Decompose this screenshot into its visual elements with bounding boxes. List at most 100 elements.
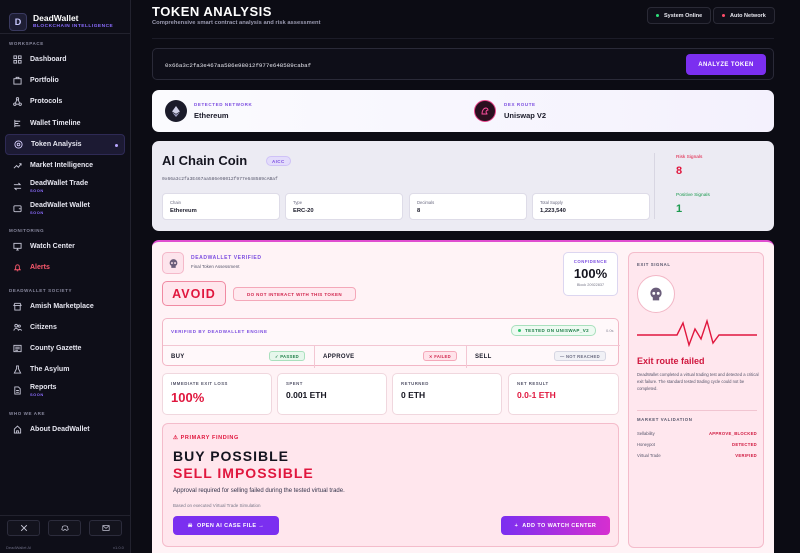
x-social-button[interactable]: [7, 520, 40, 536]
network-label: Auto Network: [730, 12, 766, 19]
metric-exit-loss: IMMEDIATE EXIT LOSS 100%: [162, 373, 272, 415]
metric-value: 0.0-1 ETH: [517, 390, 556, 400]
divider: [637, 410, 757, 411]
primary-finding-label: ⚠ PRIMARY FINDING: [173, 435, 239, 441]
info-label: Type: [293, 200, 303, 205]
sidebar-item-label: DeadWallet Trade: [30, 180, 89, 187]
system-status-button[interactable]: System Online: [647, 7, 712, 24]
exchange-icon: [13, 182, 22, 191]
detected-network-label: DETECTED NETWORK: [194, 102, 253, 107]
email-social-button[interactable]: [89, 520, 122, 536]
info-value: 1,223,540: [540, 208, 566, 214]
soon-badge: SOON: [30, 392, 44, 397]
sidebar-item-market-intelligence[interactable]: Market Intelligence: [5, 155, 125, 176]
sidebar-item-protocols[interactable]: Protocols: [5, 91, 125, 112]
target-icon: [14, 140, 23, 149]
skull-icon: [162, 252, 184, 274]
metric-label: NET RESULT: [517, 381, 549, 386]
market-validation-label: MARKET VALIDATION: [637, 417, 693, 422]
trend-icon: [13, 161, 22, 170]
validation-key: Sellability: [637, 431, 655, 436]
network-dot-icon: [722, 14, 725, 17]
sidebar-item-alerts[interactable]: Alerts: [5, 257, 125, 278]
brand-logo-icon: D: [9, 13, 27, 31]
positive-signals-value: 1: [676, 203, 683, 215]
divider: [152, 38, 774, 39]
discord-icon: [60, 525, 69, 531]
sidebar-item-amish-marketplace[interactable]: Amish Marketplace: [5, 296, 125, 317]
add-to-watch-center-button[interactable]: + ADD TO WATCH CENTER: [501, 516, 610, 535]
info-label: Total Supply: [540, 200, 563, 205]
footer-version: v1.0.0: [113, 545, 124, 550]
timeline-icon: [13, 119, 22, 128]
sidebar-item-portfolio[interactable]: Portfolio: [5, 70, 125, 91]
sidebar-item-deadwallet-wallet[interactable]: DeadWallet Wallet SOON: [5, 198, 125, 219]
primary-finding-panel: ⚠ PRIMARY FINDING BUY POSSIBLE SELL IMPO…: [162, 423, 619, 547]
discord-social-button[interactable]: [48, 520, 81, 536]
info-label: Decimals: [417, 200, 435, 205]
sidebar-item-about[interactable]: About DeadWallet: [5, 419, 125, 440]
network-selector-button[interactable]: Auto Network: [713, 7, 775, 24]
plus-icon: +: [514, 522, 519, 529]
x-icon: [20, 524, 27, 532]
info-chain: Chain Ethereum: [162, 193, 280, 220]
page-title: TOKEN ANALYSIS: [152, 4, 272, 19]
info-decimals: Decimals 8: [409, 193, 527, 220]
sidebar-item-watch-center[interactable]: Watch Center: [5, 236, 125, 257]
sidebar-item-label: Dashboard: [30, 55, 67, 63]
mail-icon: [101, 525, 110, 531]
sidebar-item-label: Citizens: [30, 323, 57, 331]
contract-address-input[interactable]: [165, 59, 665, 71]
report-icon: [13, 386, 22, 395]
final-assessment-label: Final Token Assessment: [191, 264, 240, 269]
sidebar-item-label: The Asylum: [30, 365, 70, 373]
risk-signals-label: Risk Signals: [676, 155, 703, 160]
market-validation-row: Honeypot DETECTED: [637, 442, 757, 452]
metric-net-result: NET RESULT 0.0-1 ETH: [508, 373, 619, 415]
divider: [0, 33, 130, 34]
uniswap-icon: [474, 100, 496, 122]
analyze-token-button[interactable]: ANALYZE TOKEN: [686, 54, 766, 75]
info-type: Type ERC-20: [285, 193, 403, 220]
sidebar-item-county-gazette[interactable]: County Gazette: [5, 338, 125, 359]
sidebar-item-label: Wallet Timeline: [30, 119, 81, 127]
sidebar-item-wallet-timeline[interactable]: Wallet Timeline: [5, 113, 125, 134]
sidebar: D DeadWallet BLOCKCHAIN INTELLIGENCE WOR…: [0, 0, 131, 553]
sidebar-item-reports[interactable]: Reports SOON: [5, 380, 125, 401]
validation-key: Honeypot: [637, 442, 655, 447]
sidebar-item-token-analysis[interactable]: Token Analysis: [5, 134, 125, 155]
briefcase-icon: [13, 76, 22, 85]
sidebar-item-label: Market Intelligence: [30, 161, 94, 169]
metric-value: 0 ETH: [401, 390, 426, 400]
brand[interactable]: D DeadWallet BLOCKCHAIN INTELLIGENCE: [0, 0, 130, 34]
metric-spent: SPENT 0.001 ETH: [277, 373, 387, 415]
sidebar-item-the-asylum[interactable]: The Asylum: [5, 359, 125, 380]
confidence-label: CONFIDENCE: [573, 259, 608, 264]
not-reached-badge: — NOT REACHED: [554, 351, 606, 361]
sidebar-item-citizens[interactable]: Citizens: [5, 317, 125, 338]
active-indicator: [115, 144, 118, 147]
info-icon: [13, 425, 22, 434]
finding-note: Based on executed Virtual Trade Simulati…: [173, 503, 261, 508]
token-symbol-badge: AICC: [266, 156, 291, 166]
wallet-icon: [13, 204, 22, 213]
confidence-value: 100%: [573, 266, 608, 281]
exit-signal-card: EXIT SIGNAL Exit route failed DeadWallet…: [628, 252, 764, 548]
sidebar-item-label: About DeadWallet: [30, 425, 90, 433]
section-label-society: DEADWALLET SOCIETY: [9, 288, 73, 293]
open-ai-case-file-button[interactable]: ☠ OPEN AI CASE FILE →: [173, 516, 279, 535]
trade-steps-row: BUY ✓ PASSED APPROVE ✕ FAILED SELL — NOT…: [163, 345, 620, 368]
sidebar-item-dashboard[interactable]: Dashboard: [5, 49, 125, 70]
sidebar-item-deadwallet-trade[interactable]: DeadWallet Trade SOON: [5, 176, 125, 197]
exit-signal-label: EXIT SIGNAL: [637, 262, 671, 267]
metric-label: SPENT: [286, 381, 303, 386]
token-name: AI Chain Coin: [162, 153, 248, 168]
divider: [0, 515, 130, 516]
sidebar-item-label: Amish Marketplace: [30, 302, 94, 310]
market-validation-row: Virtual Trade VERIFIED: [637, 453, 757, 463]
info-total-supply: Total Supply 1,223,540: [532, 193, 650, 220]
sidebar-item-label: Portfolio: [30, 76, 59, 84]
section-label-who: WHO WE ARE: [9, 411, 46, 416]
section-label-monitoring: MONITORING: [9, 228, 45, 233]
finding-headline-buy: BUY POSSIBLE: [173, 448, 289, 464]
